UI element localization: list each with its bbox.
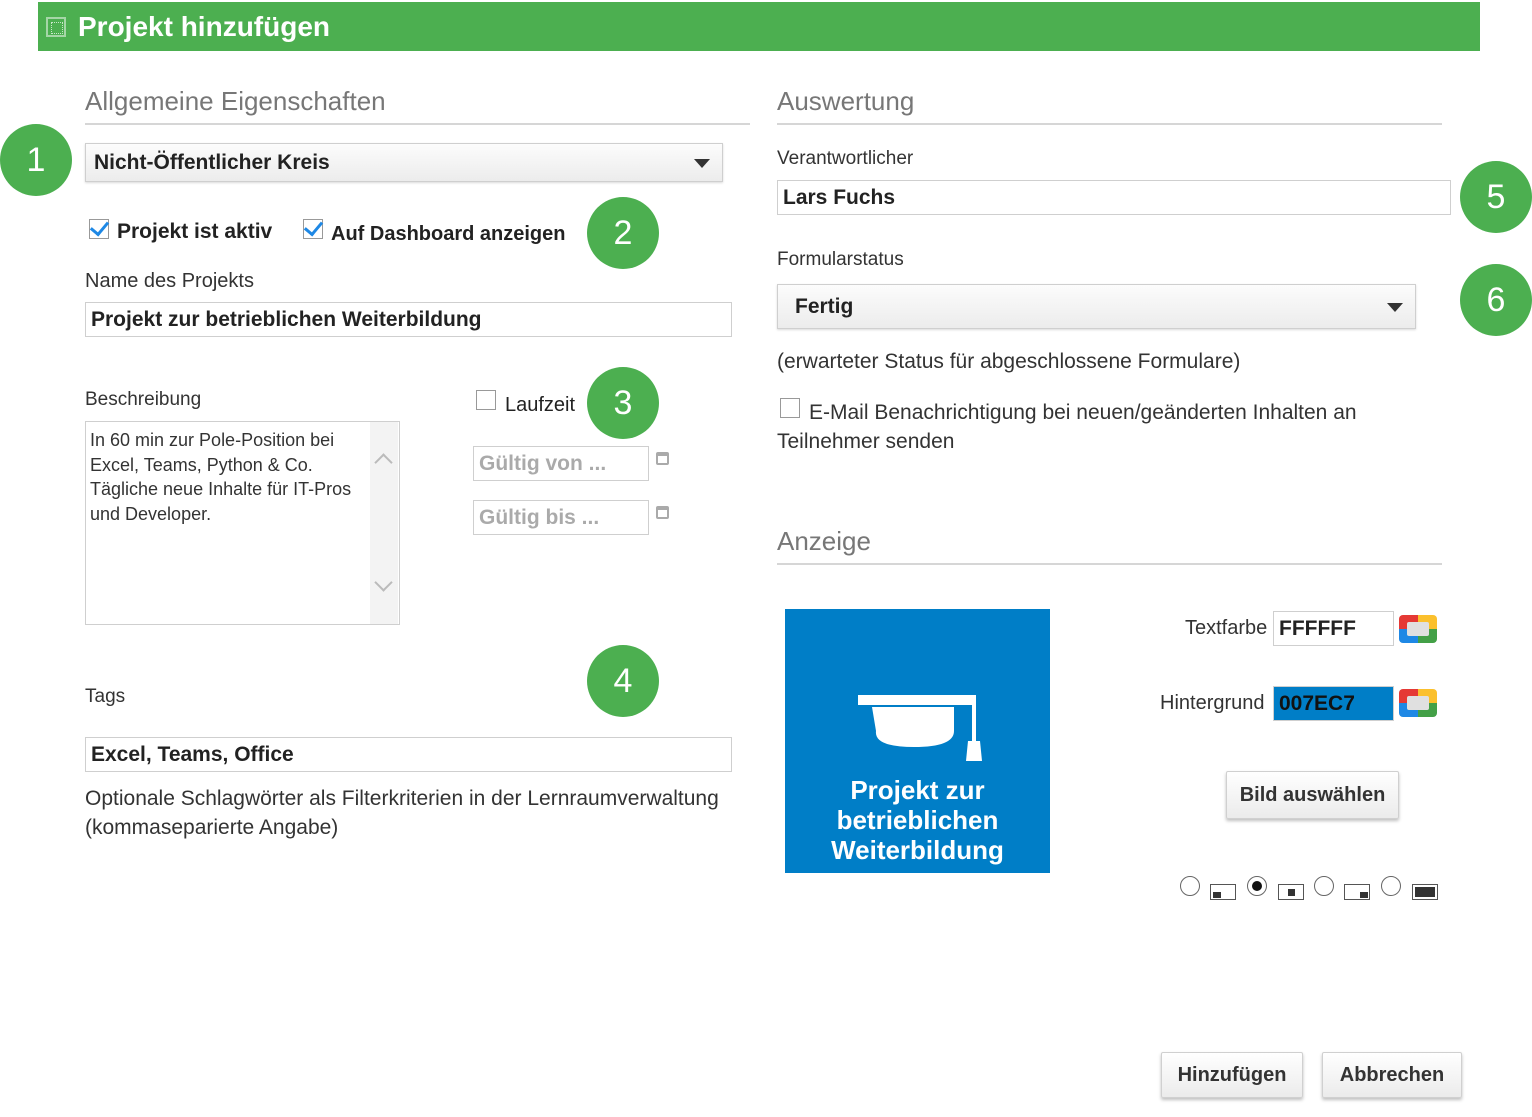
tags-input[interactable]: Excel, Teams, Office bbox=[85, 737, 732, 772]
image-right-icon bbox=[1344, 884, 1370, 900]
tags-label: Tags bbox=[85, 686, 126, 707]
graduation-cap-icon bbox=[858, 695, 982, 761]
display-heading: Anzeige bbox=[777, 526, 871, 556]
image-left-icon bbox=[1210, 884, 1236, 900]
tags-note: Optionale Schlagwörter als Filterkriteri… bbox=[85, 787, 719, 839]
description-scrollbar[interactable] bbox=[370, 422, 398, 624]
callout-badge-3: 3 bbox=[587, 367, 659, 439]
dialog-title: Projekt hinzufügen bbox=[78, 10, 330, 42]
circle-select[interactable]: Nicht-Öffentlicher Kreis bbox=[85, 143, 723, 182]
callout-badge-2: 2 bbox=[587, 197, 659, 269]
text-color-label: Textfarbe bbox=[1185, 617, 1268, 639]
general-heading-divider bbox=[85, 123, 750, 125]
form-status-value: Fertig bbox=[795, 294, 854, 318]
circle-select-value: Nicht-Öffentlicher Kreis bbox=[94, 150, 330, 174]
display-heading-divider bbox=[777, 563, 1442, 565]
text-color-input[interactable]: FFFFFF bbox=[1273, 611, 1394, 646]
form-status-select[interactable]: Fertig bbox=[777, 284, 1416, 329]
project-active-label: Projekt ist aktiv bbox=[117, 220, 273, 243]
description-label: Beschreibung bbox=[85, 389, 202, 410]
callout-badge-5: 5 bbox=[1460, 161, 1532, 233]
evaluation-heading: Auswertung bbox=[777, 86, 915, 116]
cancel-button[interactable]: Abbrechen bbox=[1322, 1052, 1462, 1098]
background-color-picker-icon[interactable] bbox=[1399, 689, 1437, 717]
image-position-radio-fill[interactable] bbox=[1381, 876, 1401, 896]
image-center-icon bbox=[1278, 884, 1304, 900]
calendar-icon[interactable] bbox=[656, 506, 669, 519]
evaluation-heading-divider bbox=[777, 123, 1442, 125]
description-textarea[interactable]: In 60 min zur Pole-Position bei Excel, T… bbox=[85, 421, 400, 625]
image-position-radio-center[interactable] bbox=[1247, 876, 1267, 896]
image-position-radio-left[interactable] bbox=[1180, 876, 1200, 896]
callout-badge-6: 6 bbox=[1460, 264, 1532, 336]
text-color-picker-icon[interactable] bbox=[1399, 615, 1437, 643]
form-status-label: Formularstatus bbox=[777, 249, 904, 270]
runtime-label: Laufzeit bbox=[505, 394, 576, 416]
background-color-label: Hintergrund bbox=[1160, 692, 1265, 714]
image-fill-icon bbox=[1412, 884, 1438, 900]
responsible-label: Verantwortlicher bbox=[777, 148, 914, 169]
callout-badge-1: 1 bbox=[0, 124, 72, 196]
valid-to-input[interactable]: Gültig bis ... bbox=[473, 500, 649, 535]
add-button[interactable]: Hinzufügen bbox=[1161, 1052, 1303, 1098]
dashboard-label: Auf Dashboard anzeigen bbox=[331, 223, 566, 245]
chevron-down-icon[interactable] bbox=[374, 573, 393, 592]
responsible-input[interactable]: Lars Fuchs bbox=[777, 180, 1451, 215]
callout-badge-4: 4 bbox=[587, 645, 659, 717]
project-active-checkbox[interactable] bbox=[89, 219, 109, 239]
dialog-title-bar: Projekt hinzufügen bbox=[38, 2, 1480, 51]
image-position-radio-right[interactable] bbox=[1314, 876, 1334, 896]
project-name-input[interactable]: Projekt zur betrieblichen Weiterbildung bbox=[85, 302, 732, 337]
window-icon bbox=[46, 16, 66, 37]
general-properties-heading: Allgemeine Eigenschaften bbox=[85, 86, 386, 116]
form-status-note: (erwarteter Status für abgeschlossene Fo… bbox=[777, 350, 1241, 373]
dashboard-checkbox[interactable] bbox=[303, 219, 323, 239]
runtime-checkbox[interactable] bbox=[476, 390, 496, 410]
background-color-input[interactable]: 007EC7 bbox=[1273, 686, 1394, 721]
email-notification-label: E-Mail Benachrichtigung bei neuen/geände… bbox=[777, 401, 1357, 453]
choose-image-button[interactable]: Bild auswählen bbox=[1226, 771, 1399, 819]
valid-from-input[interactable]: Gültig von ... bbox=[473, 446, 649, 481]
calendar-icon[interactable] bbox=[656, 452, 669, 465]
project-name-label: Name des Projekts bbox=[85, 270, 254, 292]
chevron-down-icon bbox=[694, 158, 710, 168]
tile-preview: Projekt zur betrieblichen Weiterbildung bbox=[785, 609, 1050, 873]
tile-preview-title: Projekt zur betrieblichen Weiterbildung bbox=[831, 775, 1004, 865]
chevron-down-icon bbox=[1387, 302, 1403, 312]
chevron-up-icon[interactable] bbox=[374, 453, 393, 472]
